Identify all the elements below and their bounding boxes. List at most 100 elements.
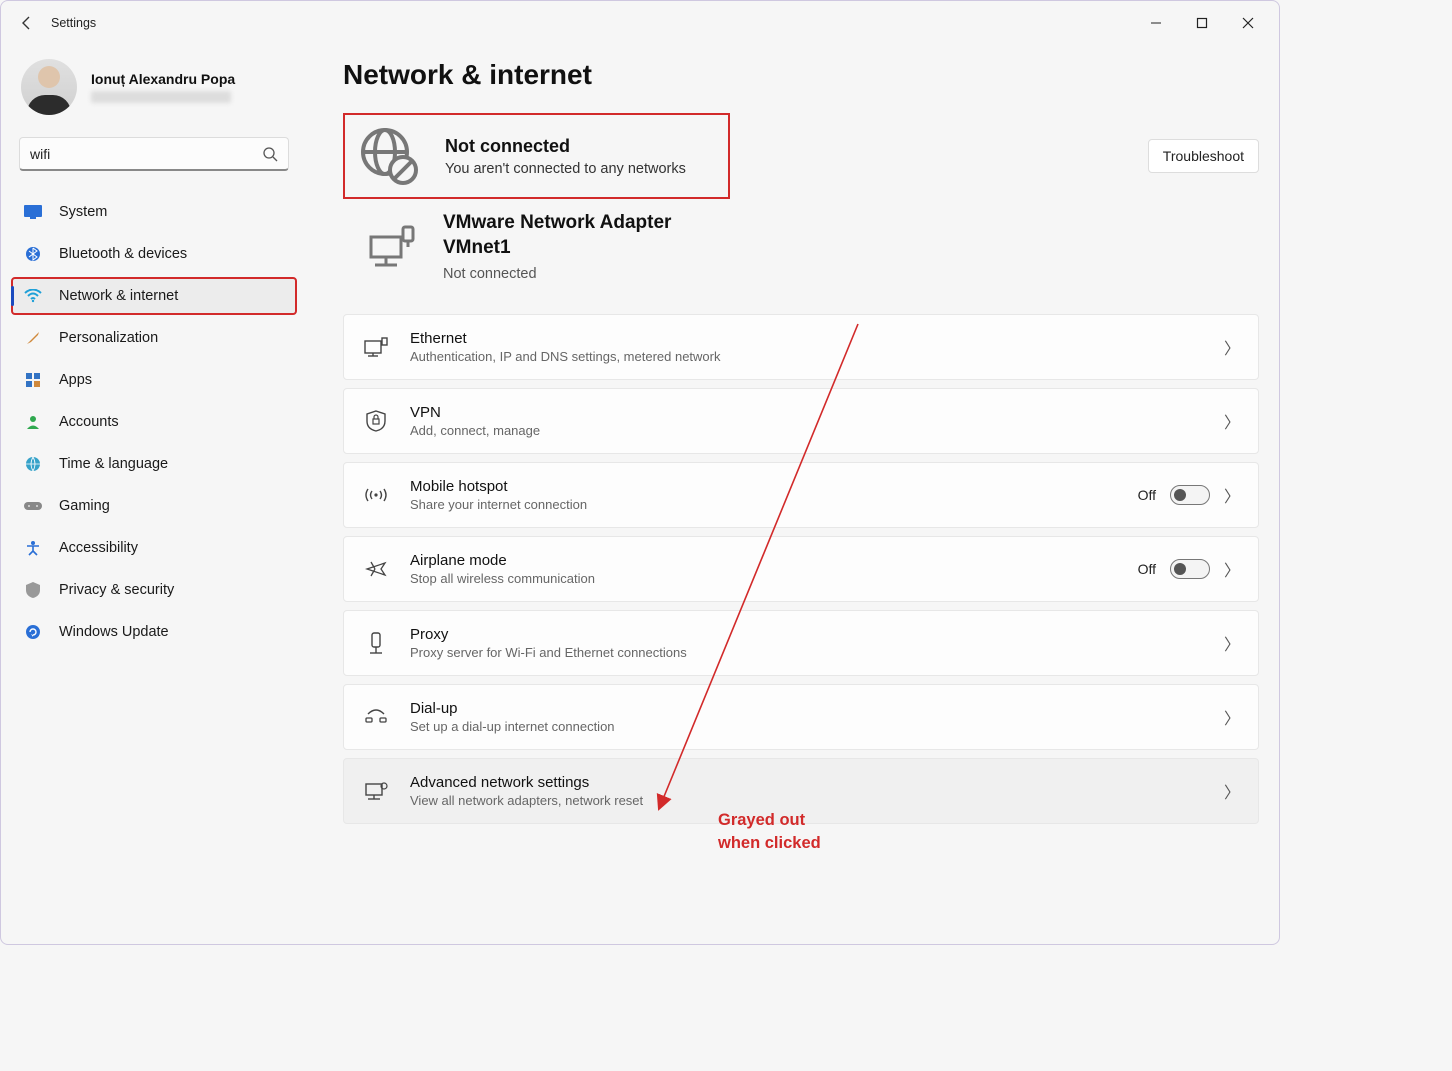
- card-subtitle: Share your internet connection: [410, 497, 1118, 512]
- chevron-right-icon: 〉: [1224, 409, 1240, 433]
- wifi-icon: [23, 286, 43, 306]
- sidebar-item-label: Personalization: [59, 330, 158, 346]
- vpn-shield-icon: [362, 410, 390, 432]
- card-title: Airplane mode: [410, 552, 1118, 569]
- sidebar-item-apps[interactable]: Apps: [11, 361, 297, 399]
- airplane-icon: [362, 558, 390, 580]
- app-title: Settings: [51, 16, 96, 30]
- bluetooth-icon: [23, 244, 43, 264]
- chevron-right-icon: 〉: [1224, 335, 1240, 359]
- nav-list: System Bluetooth & devices Network & int…: [7, 193, 301, 651]
- update-icon: [23, 622, 43, 642]
- ethernet-icon: [362, 337, 390, 357]
- sidebar-item-label: Privacy & security: [59, 582, 174, 598]
- chevron-right-icon: 〉: [1224, 779, 1240, 803]
- globe-blocked-icon: [357, 124, 421, 188]
- minimize-button[interactable]: [1133, 7, 1179, 39]
- sidebar-item-privacy[interactable]: Privacy & security: [11, 571, 297, 609]
- card-subtitle: Set up a dial-up internet connection: [410, 719, 1204, 734]
- sidebar-item-label: System: [59, 204, 107, 220]
- adapter-subtitle: Not connected: [443, 266, 671, 282]
- card-subtitle: Authentication, IP and DNS settings, met…: [410, 349, 1204, 364]
- maximize-button[interactable]: [1179, 7, 1225, 39]
- card-subtitle: Add, connect, manage: [410, 423, 1204, 438]
- profile-name: Ionuț Alexandru Popa: [91, 71, 235, 87]
- sidebar-item-accounts[interactable]: Accounts: [11, 403, 297, 441]
- apps-icon: [23, 370, 43, 390]
- status-title: Not connected: [445, 136, 686, 157]
- toggle-state-label: Off: [1138, 561, 1156, 577]
- dialup-icon: [362, 708, 390, 726]
- profile-block[interactable]: Ionuț Alexandru Popa: [7, 51, 301, 129]
- close-button[interactable]: [1225, 7, 1271, 39]
- settings-card-list: Ethernet Authentication, IP and DNS sett…: [343, 314, 1259, 824]
- card-subtitle: Stop all wireless communication: [410, 571, 1118, 586]
- card-airplane-mode[interactable]: Airplane mode Stop all wireless communic…: [343, 536, 1259, 602]
- sidebar: Ionuț Alexandru Popa System: [1, 45, 307, 944]
- sidebar-item-accessibility[interactable]: Accessibility: [11, 529, 297, 567]
- sidebar-item-system[interactable]: System: [11, 193, 297, 231]
- sidebar-item-time-language[interactable]: Time & language: [11, 445, 297, 483]
- sidebar-item-bluetooth[interactable]: Bluetooth & devices: [11, 235, 297, 273]
- sidebar-item-gaming[interactable]: Gaming: [11, 487, 297, 525]
- search-input[interactable]: [30, 146, 262, 162]
- chevron-right-icon: 〉: [1224, 705, 1240, 729]
- titlebar: Settings: [1, 1, 1279, 45]
- sidebar-item-label: Accessibility: [59, 540, 138, 556]
- card-ethernet[interactable]: Ethernet Authentication, IP and DNS sett…: [343, 314, 1259, 380]
- card-subtitle: View all network adapters, network reset: [410, 793, 1204, 808]
- sidebar-item-label: Gaming: [59, 498, 110, 514]
- card-title: Dial-up: [410, 700, 1204, 717]
- card-advanced-network[interactable]: Advanced network settings View all netwo…: [343, 758, 1259, 824]
- connection-status-card: Not connected You aren't connected to an…: [343, 113, 730, 199]
- toggle-state-label: Off: [1138, 487, 1156, 503]
- status-subtitle: You aren't connected to any networks: [445, 161, 686, 177]
- search-icon: [262, 146, 278, 162]
- card-subtitle: Proxy server for Wi-Fi and Ethernet conn…: [410, 645, 1204, 660]
- person-icon: [23, 412, 43, 432]
- card-title: Ethernet: [410, 330, 1204, 347]
- search-box[interactable]: [19, 137, 289, 171]
- shield-icon: [23, 580, 43, 600]
- monitor-icon: [23, 202, 43, 222]
- sidebar-item-label: Time & language: [59, 456, 168, 472]
- sidebar-item-label: Apps: [59, 372, 92, 388]
- chevron-right-icon: 〉: [1224, 483, 1240, 507]
- brush-icon: [23, 328, 43, 348]
- hotspot-icon: [362, 486, 390, 504]
- profile-email-blurred: [91, 91, 231, 103]
- window-controls: [1133, 7, 1271, 39]
- sidebar-item-label: Windows Update: [59, 624, 169, 640]
- card-title: Mobile hotspot: [410, 478, 1118, 495]
- gamepad-icon: [23, 496, 43, 516]
- troubleshoot-button[interactable]: Troubleshoot: [1148, 139, 1259, 173]
- network-adapter-icon: [367, 225, 417, 269]
- card-vpn[interactable]: VPN Add, connect, manage 〉: [343, 388, 1259, 454]
- chevron-right-icon: 〉: [1224, 557, 1240, 581]
- sidebar-item-label: Network & internet: [59, 288, 178, 304]
- airplane-toggle[interactable]: [1170, 559, 1210, 579]
- card-title: VPN: [410, 404, 1204, 421]
- proxy-icon: [362, 632, 390, 654]
- adapter-row[interactable]: VMware Network AdapterVMnet1 Not connect…: [343, 199, 1259, 292]
- page-title: Network & internet: [343, 59, 1259, 91]
- main-content: Network & internet Not connected You are…: [307, 45, 1279, 944]
- card-title: Proxy: [410, 626, 1204, 643]
- card-proxy[interactable]: Proxy Proxy server for Wi-Fi and Etherne…: [343, 610, 1259, 676]
- card-dialup[interactable]: Dial-up Set up a dial-up internet connec…: [343, 684, 1259, 750]
- card-mobile-hotspot[interactable]: Mobile hotspot Share your internet conne…: [343, 462, 1259, 528]
- card-title: Advanced network settings: [410, 774, 1204, 791]
- adapter-title: VMware Network AdapterVMnet1: [443, 211, 671, 260]
- sidebar-item-label: Bluetooth & devices: [59, 246, 187, 262]
- sidebar-item-label: Accounts: [59, 414, 119, 430]
- sidebar-item-windows-update[interactable]: Windows Update: [11, 613, 297, 651]
- globe-icon: [23, 454, 43, 474]
- sidebar-item-network[interactable]: Network & internet: [11, 277, 297, 315]
- back-button[interactable]: [9, 5, 45, 41]
- chevron-right-icon: 〉: [1224, 631, 1240, 655]
- sidebar-item-personalization[interactable]: Personalization: [11, 319, 297, 357]
- hotspot-toggle[interactable]: [1170, 485, 1210, 505]
- accessibility-icon: [23, 538, 43, 558]
- advanced-network-icon: [362, 781, 390, 801]
- avatar: [21, 59, 77, 115]
